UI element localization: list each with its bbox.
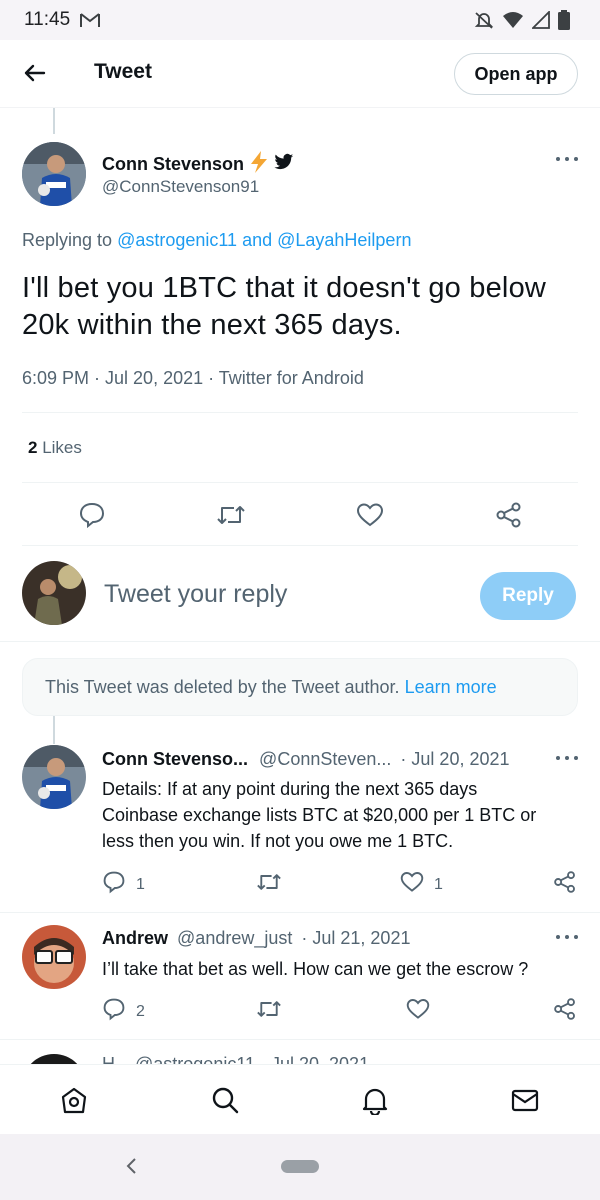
retweet-icon[interactable]	[256, 997, 282, 1026]
my-avatar[interactable]	[22, 561, 86, 625]
status-time: 11:45	[24, 9, 71, 30]
reply-icon[interactable]	[102, 870, 126, 899]
author-name[interactable]: Andrew	[102, 928, 168, 948]
reply-input[interactable]: Tweet your reply	[104, 580, 287, 609]
twitter-bird-icon	[274, 153, 294, 176]
tweet-text: I'll bet you 1BTC that it doesn't go bel…	[22, 272, 547, 341]
lightning-icon	[248, 150, 270, 179]
system-back-icon[interactable]	[124, 1156, 138, 1181]
wifi-icon	[502, 11, 524, 34]
cell-signal-icon	[530, 9, 550, 34]
like-icon[interactable]	[400, 870, 424, 899]
avatar[interactable]	[22, 745, 86, 809]
divider	[0, 641, 600, 642]
like-action[interactable]: 1	[400, 870, 443, 899]
author-handle[interactable]: @ConnStevenson91	[102, 177, 259, 197]
share-icon[interactable]	[495, 501, 523, 534]
tweet-text: Details: If at any point during the next…	[102, 779, 537, 851]
tweet-text: I’ll take that bet as well. How can we g…	[102, 959, 529, 979]
like-icon[interactable]	[356, 501, 384, 534]
divider	[22, 545, 578, 546]
like-action[interactable]	[406, 997, 440, 1026]
reply-button[interactable]: Reply	[480, 572, 576, 620]
retweet-action[interactable]	[256, 997, 292, 1026]
replying-to-link[interactable]: @astrogenic11 and @LayahHeilpern	[117, 230, 411, 250]
more-options-icon[interactable]	[556, 756, 578, 764]
author-handle[interactable]: @andrew_just	[177, 928, 292, 948]
likes-count[interactable]: 2 Likes	[28, 438, 82, 458]
battery-icon	[558, 10, 570, 35]
divider	[0, 912, 600, 913]
home-icon[interactable]	[59, 1085, 89, 1120]
author-name[interactable]: Conn Stevenson	[102, 154, 244, 175]
avatar[interactable]	[22, 925, 86, 989]
divider	[22, 482, 578, 483]
status-bar: 11:45	[0, 0, 600, 40]
tweet-date[interactable]: · Jul 21, 2021	[301, 928, 410, 948]
like-icon[interactable]	[406, 997, 430, 1026]
deleted-tweet-notice: This Tweet was deleted by the Tweet auth…	[22, 658, 578, 716]
avatar[interactable]	[22, 142, 86, 206]
share-icon[interactable]	[553, 870, 577, 899]
search-icon[interactable]	[210, 1085, 240, 1120]
system-navigation-bar	[0, 1134, 600, 1200]
more-options-icon[interactable]	[556, 935, 578, 943]
retweet-icon[interactable]	[216, 501, 246, 534]
page-title: Tweet	[94, 60, 152, 83]
replying-to: Replying to @astrogenic11 and @LayahHeil…	[22, 230, 412, 250]
more-options-icon[interactable]	[556, 157, 578, 165]
messages-icon[interactable]	[510, 1085, 540, 1120]
reply-icon[interactable]	[78, 501, 106, 534]
open-app-button[interactable]: Open app	[454, 53, 578, 95]
reply-header: Conn Stevenso... @ConnSteven... · Jul 20…	[102, 749, 510, 770]
bottom-navigation	[0, 1064, 600, 1134]
retweet-action[interactable]	[256, 870, 292, 899]
notifications-icon[interactable]	[360, 1085, 390, 1120]
retweet-icon[interactable]	[256, 870, 282, 899]
divider	[22, 412, 578, 413]
home-gesture-pill[interactable]	[281, 1160, 319, 1173]
reply-header: Andrew @andrew_just · Jul 21, 2021	[102, 928, 410, 949]
thread-connector	[53, 716, 55, 744]
author-handle[interactable]: @ConnSteven...	[259, 749, 391, 769]
gmail-icon	[80, 12, 100, 33]
next-tweet-partial: H... @astrogenic11 · Jul 20, 2021	[0, 1040, 600, 1064]
reply-icon[interactable]	[102, 997, 126, 1026]
tweet-meta[interactable]: 6:09 PM · Jul 20, 2021 · Twitter for And…	[22, 368, 364, 389]
do-not-disturb-icon	[474, 10, 494, 35]
share-icon[interactable]	[553, 997, 577, 1026]
thread-connector	[53, 108, 55, 134]
reply-action[interactable]: 2	[102, 997, 145, 1026]
author-name[interactable]: Conn Stevenso...	[102, 749, 248, 769]
learn-more-link[interactable]: Learn more	[405, 677, 497, 697]
avatar[interactable]	[22, 1054, 86, 1064]
tweet-date[interactable]: · Jul 20, 2021	[400, 749, 509, 769]
back-arrow-icon[interactable]	[20, 58, 50, 88]
reply-action[interactable]: 1	[102, 870, 145, 899]
top-bar: Tweet Open app	[0, 40, 600, 108]
